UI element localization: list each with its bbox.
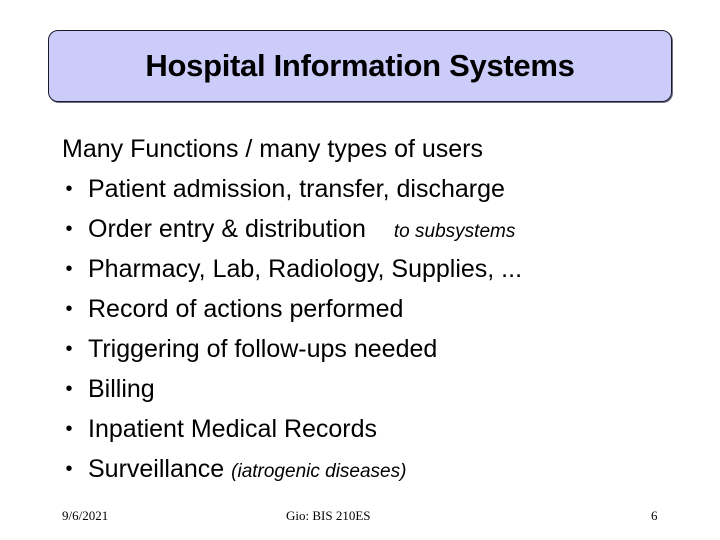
bullet-item: • Patient admission, transfer, discharge	[62, 170, 682, 210]
bullet-text: Triggering of follow-ups needed	[88, 335, 438, 363]
bullet-item: • Record of actions performed	[62, 290, 682, 330]
bullet-item: • Inpatient Medical Records	[62, 410, 682, 450]
bullet-text: Surveillance	[88, 455, 225, 483]
bullet-icon: •	[65, 418, 73, 440]
slide-body: Many Functions / many types of users • P…	[62, 130, 682, 490]
bullet-icon: •	[65, 378, 73, 400]
bullet-item: • Triggering of follow-ups needed	[62, 330, 682, 370]
bullet-item: • Order entry & distribution to subsystem…	[62, 210, 682, 250]
footer-course: Gio: BIS 210ES	[286, 508, 371, 523]
bullet-text: Inpatient Medical Records	[88, 415, 378, 443]
bullet-text: Order entry & distribution	[88, 215, 366, 243]
bullet-note: (iatrogenic diseases)	[231, 461, 407, 482]
bullet-icon: •	[65, 298, 73, 320]
title-box: Hospital Information Systems	[48, 30, 672, 102]
bullet-icon: •	[65, 218, 73, 240]
intro-line: Many Functions / many types of users	[62, 135, 484, 163]
bullet-text: Billing	[88, 375, 155, 403]
bullet-note: to subsystems	[393, 221, 516, 242]
bullet-icon: •	[65, 338, 73, 360]
bullet-icon: •	[65, 258, 73, 280]
bullet-item: • Billing	[62, 370, 682, 410]
slide-title: Hospital Information Systems	[145, 48, 575, 83]
bullet-text: Record of actions performed	[88, 295, 404, 323]
bullet-text: Pharmacy, Lab, Radiology, Supplies, ...	[88, 255, 523, 283]
bullet-item: • Surveillance (iatrogenic diseases)	[62, 450, 682, 490]
footer-date: 9/6/2021	[62, 508, 109, 523]
bullet-item: • Pharmacy, Lab, Radiology, Supplies, ..…	[62, 250, 682, 290]
bullet-text: Patient admission, transfer, discharge	[88, 175, 505, 203]
bullet-icon: •	[65, 178, 73, 200]
footer-page-number: 6	[651, 508, 658, 523]
bullet-icon: •	[65, 458, 73, 480]
